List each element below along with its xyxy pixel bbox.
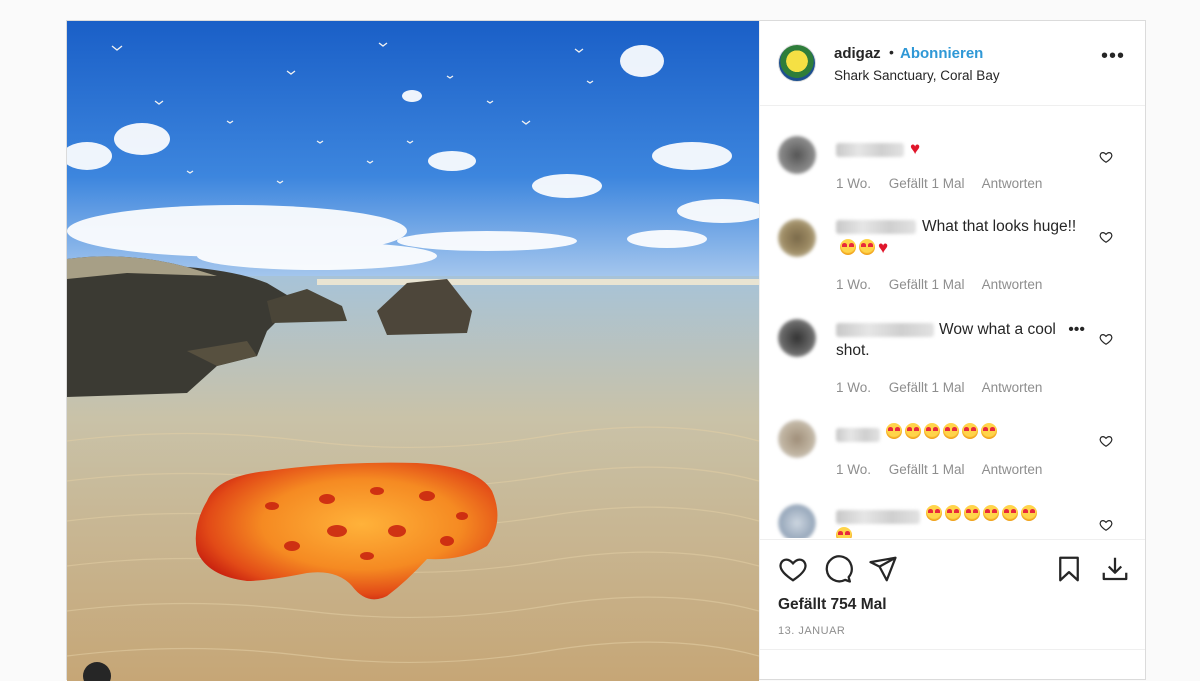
reply-button[interactable]: Antworten (982, 462, 1043, 477)
comment-more-icon[interactable]: ••• (1068, 321, 1085, 339)
comment-meta: 1 Wo. Gefällt 1 Mal Antworten (836, 277, 1056, 292)
commenter-name-blurred[interactable] (836, 428, 880, 442)
download-icon[interactable] (1100, 554, 1130, 584)
heart-eyes-emoji (981, 423, 997, 439)
comment-text: ♥ (910, 138, 1085, 160)
comment-like-heart-icon[interactable] (1099, 150, 1113, 164)
instagram-post: adigaz • Abonnieren Shark Sanctuary, Cor… (66, 20, 1146, 681)
comment-like-heart-icon[interactable] (1099, 518, 1113, 532)
heart-eyes-emoji (905, 423, 921, 439)
commenter-avatar[interactable] (778, 136, 816, 174)
divider (760, 649, 1145, 650)
commenter-avatar[interactable] (778, 319, 816, 357)
comment-meta: 1 Wo. Gefällt 1 Mal Antworten (836, 380, 1056, 395)
comment-age: 1 Wo. (836, 380, 872, 395)
comment-like-heart-icon[interactable] (1099, 230, 1113, 244)
comment-age: 1 Wo. (836, 277, 872, 292)
like-count[interactable]: Gefällt 754 Mal (778, 596, 887, 614)
post-sidebar: adigaz • Abonnieren Shark Sanctuary, Cor… (759, 21, 1145, 679)
reply-button[interactable]: Antworten (982, 176, 1043, 191)
comment-body: Wow what a cool shot. (836, 321, 1056, 359)
heart-eyes-emoji (1021, 505, 1037, 521)
username[interactable]: adigaz (834, 45, 881, 62)
red-heart-emoji: ♥ (910, 139, 921, 158)
comment-likes[interactable]: Gefällt 1 Mal (889, 462, 965, 477)
heart-outline-icon[interactable] (778, 554, 808, 584)
paper-plane-icon[interactable] (868, 554, 898, 584)
comment-body: What that looks huge!! (922, 218, 1077, 235)
comment-text (926, 504, 1085, 525)
heart-eyes-emoji (983, 505, 999, 521)
heart-eyes-emoji (836, 527, 852, 538)
follow-button[interactable]: Abonnieren (900, 45, 983, 62)
heart-eyes-emoji (943, 423, 959, 439)
comment-like-heart-icon[interactable] (1099, 434, 1113, 448)
comment-list[interactable]: ♥ 1 Wo. Gefällt 1 Mal Antworten What tha… (760, 106, 1145, 538)
reply-button[interactable]: Antworten (982, 277, 1043, 292)
comment-age: 1 Wo. (836, 176, 872, 191)
post-header: adigaz • Abonnieren Shark Sanctuary, Cor… (760, 21, 1145, 106)
speech-bubble-icon[interactable] (823, 554, 853, 584)
comment-meta: 1 Wo. Gefällt 1 Mal Antworten (836, 462, 1056, 477)
commenter-avatar[interactable] (778, 420, 816, 458)
post-actions: Gefällt 754 Mal 13. JANUAR (760, 539, 1145, 680)
heart-eyes-emoji (964, 505, 980, 521)
comment-like-heart-icon[interactable] (1099, 332, 1113, 346)
comment-text-continued (836, 526, 1085, 538)
comment-likes[interactable]: Gefällt 1 Mal (889, 380, 965, 395)
heart-eyes-emoji (962, 423, 978, 439)
more-options-icon[interactable]: ••• (1101, 46, 1125, 66)
comment-likes[interactable]: Gefällt 1 Mal (889, 176, 965, 191)
heart-eyes-emoji (945, 505, 961, 521)
avatar[interactable] (778, 44, 816, 82)
comment-text: What that looks huge!! ♥ (836, 216, 1085, 259)
heart-eyes-emoji (926, 505, 942, 521)
comment-text (886, 422, 1085, 443)
heart-eyes-emoji (859, 239, 875, 255)
post-date: 13. JANUAR (778, 625, 846, 637)
commenter-avatar[interactable] (778, 504, 816, 538)
beach-photo-illustration (67, 21, 759, 681)
location-link[interactable]: Shark Sanctuary, Coral Bay (834, 68, 1000, 83)
heart-eyes-emoji (886, 423, 902, 439)
heart-eyes-emoji (840, 239, 856, 255)
reply-button[interactable]: Antworten (982, 380, 1043, 395)
commenter-avatar[interactable] (778, 219, 816, 257)
commenter-name-blurred[interactable] (836, 143, 904, 157)
heart-eyes-emoji (1002, 505, 1018, 521)
comment-age: 1 Wo. (836, 462, 872, 477)
commenter-name-blurred[interactable] (836, 510, 920, 524)
separator-dot: • (889, 44, 894, 60)
heart-eyes-emoji (924, 423, 940, 439)
red-heart-emoji: ♥ (878, 238, 889, 257)
comment-likes[interactable]: Gefällt 1 Mal (889, 277, 965, 292)
comment-meta: 1 Wo. Gefällt 1 Mal Antworten (836, 176, 1056, 191)
post-photo[interactable] (67, 21, 759, 681)
bookmark-icon[interactable] (1054, 554, 1084, 584)
